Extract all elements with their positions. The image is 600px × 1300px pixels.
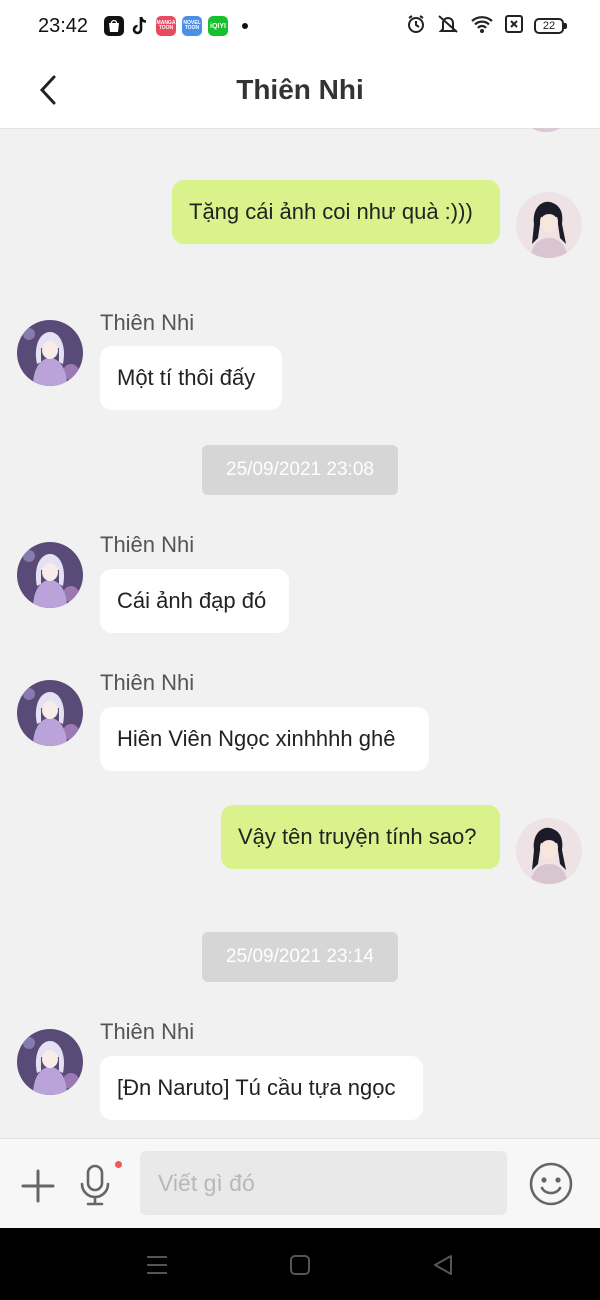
contact-avatar[interactable] bbox=[17, 542, 83, 608]
sender-name: Thiên Nhi bbox=[100, 532, 195, 557]
message-text: Hiên Viên Ngọc xinhhhh ghê bbox=[117, 726, 396, 751]
alarm-icon bbox=[406, 14, 426, 39]
incoming-message[interactable]: Cái ảnh đạp đó bbox=[100, 569, 289, 633]
avatar bbox=[524, 128, 568, 132]
emoji-button[interactable] bbox=[528, 1161, 574, 1207]
no-sim-icon bbox=[504, 14, 524, 39]
timestamp-text: 25/09/2021 23:14 bbox=[226, 946, 374, 967]
system-nav-bar bbox=[0, 1228, 600, 1300]
message-list[interactable]: Tặng cái ảnh coi như quà :))) Thiên Nhi … bbox=[0, 128, 600, 1138]
system-back-button[interactable] bbox=[430, 1252, 456, 1278]
status-right: 22 bbox=[406, 14, 567, 39]
sender-name: Thiên Nhi bbox=[100, 310, 195, 335]
status-app-icons: MANGA TOON NOVEL TOON iQIYI bbox=[104, 15, 248, 37]
message-text: Vậy tên truyện tính sao? bbox=[238, 824, 477, 849]
mangatoon-label: MANGA TOON bbox=[156, 20, 176, 31]
composer-bar bbox=[0, 1138, 600, 1229]
home-square-icon bbox=[290, 1255, 310, 1275]
chat-header: Thiên Nhi bbox=[0, 54, 600, 129]
tiktok-icon bbox=[130, 16, 150, 36]
message-text: Một tí thôi đấy bbox=[117, 365, 256, 390]
outgoing-message[interactable]: Tặng cái ảnh coi như quà :))) bbox=[172, 180, 500, 244]
back-triangle-icon bbox=[434, 1255, 452, 1275]
mangatoon-icon: MANGA TOON bbox=[156, 16, 176, 36]
battery-indicator: 22 bbox=[534, 18, 567, 34]
status-bar: 23:42 MANGA TOON NOVEL TOON iQIYI 22 bbox=[0, 0, 600, 54]
timestamp-chip: 25/09/2021 23:08 bbox=[202, 445, 398, 495]
outgoing-message[interactable]: Vậy tên truyện tính sao? bbox=[221, 805, 500, 869]
incoming-message[interactable]: Một tí thôi đấy bbox=[100, 346, 282, 410]
page-title: Thiên Nhi bbox=[236, 74, 364, 105]
iqiyi-label: iQIYI bbox=[210, 22, 226, 30]
noveltoon-label: NOVEL TOON bbox=[183, 20, 201, 31]
noveltoon-icon: NOVEL TOON bbox=[182, 16, 202, 36]
sender-name: Thiên Nhi bbox=[100, 670, 195, 695]
contact-avatar[interactable] bbox=[17, 1029, 83, 1095]
microphone-icon bbox=[80, 1164, 110, 1206]
sender-name: Thiên Nhi bbox=[100, 1019, 195, 1044]
message-text: Cái ảnh đạp đó bbox=[117, 588, 267, 613]
notification-dot bbox=[115, 1161, 122, 1168]
status-time: 23:42 bbox=[38, 15, 89, 37]
plus-icon bbox=[21, 1169, 55, 1203]
incoming-message[interactable]: Hiên Viên Ngọc xinhhhh ghê bbox=[100, 707, 429, 771]
home-button[interactable] bbox=[287, 1252, 313, 1278]
message-text: Tặng cái ảnh coi như quà :))) bbox=[189, 199, 473, 224]
wifi-icon bbox=[470, 14, 494, 39]
contact-avatar[interactable] bbox=[17, 320, 83, 386]
my-avatar[interactable] bbox=[516, 818, 582, 884]
message-input[interactable] bbox=[140, 1151, 507, 1215]
recents-button[interactable] bbox=[144, 1252, 170, 1278]
smiley-icon bbox=[529, 1162, 573, 1206]
message-text: [Đn Naruto] Tú cầu tựa ngọc bbox=[117, 1075, 396, 1100]
voice-button[interactable] bbox=[76, 1163, 116, 1207]
timestamp-chip: 25/09/2021 23:14 bbox=[202, 932, 398, 982]
timestamp-text: 25/09/2021 23:08 bbox=[226, 459, 374, 480]
menu-icon bbox=[147, 1256, 167, 1274]
contact-avatar[interactable] bbox=[17, 680, 83, 746]
my-avatar[interactable] bbox=[516, 192, 582, 258]
incoming-message[interactable]: [Đn Naruto] Tú cầu tựa ngọc bbox=[100, 1056, 423, 1120]
more-notifications-dot bbox=[242, 23, 248, 29]
shopee-icon bbox=[104, 16, 124, 36]
iqiyi-icon: iQIYI bbox=[208, 16, 228, 36]
mute-icon bbox=[436, 14, 460, 39]
attach-button[interactable] bbox=[18, 1166, 58, 1206]
